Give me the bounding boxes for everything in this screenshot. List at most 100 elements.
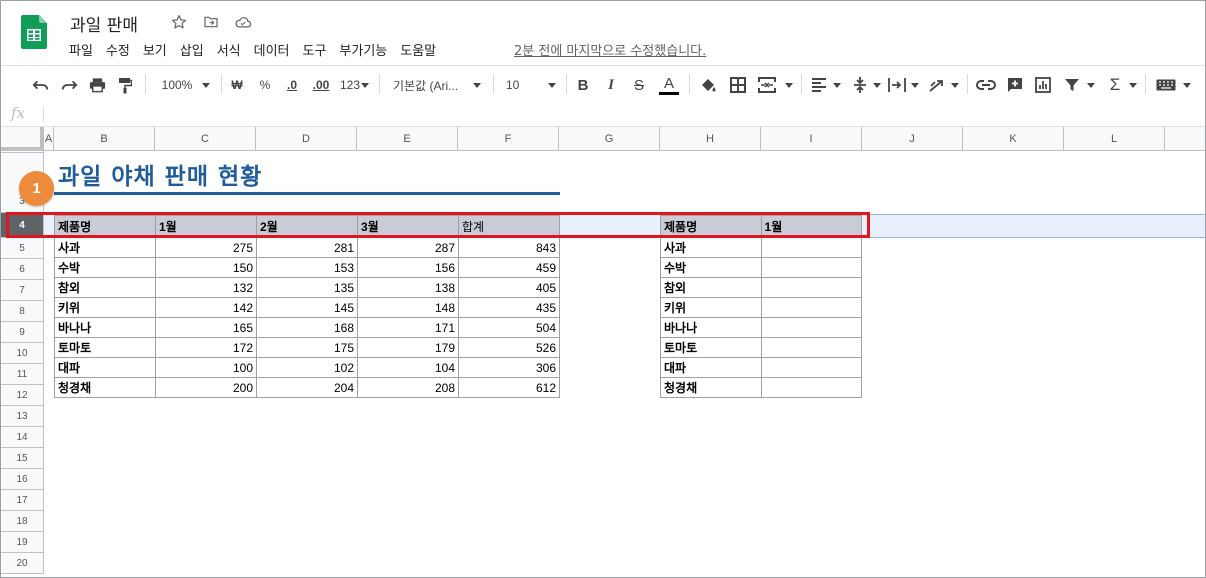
product-cell[interactable]: 토마토 xyxy=(660,337,762,358)
row-header-9[interactable]: 9 xyxy=(1,322,44,343)
input-tools-keyboard-icon[interactable] xyxy=(1155,75,1177,95)
product-cell[interactable]: 바나나 xyxy=(660,317,762,338)
empty-cell[interactable] xyxy=(760,237,863,258)
menu-insert[interactable]: 삽입 xyxy=(180,40,204,59)
undo-icon[interactable] xyxy=(31,75,51,95)
sheet-title[interactable]: 과일 야채 판매 현황 xyxy=(58,157,262,191)
column-header-e[interactable]: E xyxy=(357,127,458,151)
input-tools-dropdown-icon[interactable] xyxy=(1181,75,1193,95)
product-cell[interactable]: 대파 xyxy=(54,357,156,378)
value-cell[interactable]: 148 xyxy=(357,297,459,318)
insert-link-icon[interactable] xyxy=(976,75,996,95)
italic-button[interactable]: I xyxy=(603,75,619,95)
value-cell[interactable]: 175 xyxy=(256,337,358,358)
total-cell[interactable]: 504 xyxy=(458,317,560,338)
menu-data[interactable]: 데이터 xyxy=(254,40,290,59)
value-cell[interactable]: 168 xyxy=(256,317,358,338)
empty-cell[interactable] xyxy=(760,277,863,298)
row-header-19[interactable]: 19 xyxy=(1,532,44,553)
value-cell[interactable]: 204 xyxy=(256,377,358,398)
empty-cell[interactable] xyxy=(760,357,863,378)
total-cell[interactable]: 612 xyxy=(458,377,560,398)
product-cell[interactable]: 참외 xyxy=(660,277,762,298)
value-cell[interactable]: 104 xyxy=(357,357,459,378)
value-cell[interactable]: 150 xyxy=(155,257,257,278)
paint-format-icon[interactable] xyxy=(115,75,135,95)
merge-cells-icon[interactable] xyxy=(757,75,777,95)
total-cell[interactable]: 405 xyxy=(458,277,560,298)
row-header-10[interactable]: 10 xyxy=(1,343,44,364)
row-header-17[interactable]: 17 xyxy=(1,490,44,511)
total-cell[interactable]: 435 xyxy=(458,297,560,318)
bold-button[interactable]: B xyxy=(575,75,591,95)
percent-format-button[interactable]: % xyxy=(257,75,273,95)
align-dropdown-icon[interactable] xyxy=(831,75,843,95)
menu-help[interactable]: 도움말 xyxy=(400,40,436,59)
value-cell[interactable]: 142 xyxy=(155,297,257,318)
product-cell[interactable]: 키위 xyxy=(54,297,156,318)
zoom-dropdown-icon[interactable] xyxy=(199,75,213,95)
decrease-decimal-button[interactable]: .0 xyxy=(283,75,301,95)
empty-cell[interactable] xyxy=(760,317,863,338)
product-cell[interactable]: 청경채 xyxy=(54,377,156,398)
move-folder-icon[interactable] xyxy=(201,12,221,32)
value-cell[interactable]: 200 xyxy=(155,377,257,398)
column-header-i[interactable]: I xyxy=(761,127,862,151)
number-format-button[interactable]: 123 xyxy=(339,75,361,95)
borders-icon[interactable] xyxy=(728,75,748,95)
select-all-corner[interactable] xyxy=(1,127,44,151)
text-rotation-icon[interactable] xyxy=(927,75,947,95)
row-header-20[interactable]: 20 xyxy=(1,553,44,574)
sheets-logo-icon[interactable] xyxy=(21,15,47,49)
currency-format-button[interactable]: ₩ xyxy=(229,75,245,95)
filter-icon[interactable] xyxy=(1062,75,1082,95)
product-cell[interactable]: 바나나 xyxy=(54,317,156,338)
column-header-b[interactable]: B xyxy=(54,127,155,151)
product-cell[interactable]: 수박 xyxy=(660,257,762,278)
column-header-m[interactable] xyxy=(1165,127,1205,151)
menu-edit[interactable]: 수정 xyxy=(106,40,130,59)
cloud-saved-icon[interactable] xyxy=(233,12,253,32)
product-cell[interactable]: 사과 xyxy=(54,237,156,258)
zoom-value[interactable]: 100% xyxy=(157,75,197,95)
menu-addons[interactable]: 부가기능 xyxy=(339,40,387,59)
product-cell[interactable]: 키위 xyxy=(660,297,762,318)
menu-file[interactable]: 파일 xyxy=(69,40,93,59)
column-header-h[interactable]: H xyxy=(660,127,761,151)
merge-dropdown-icon[interactable] xyxy=(783,75,795,95)
empty-cell[interactable] xyxy=(760,377,863,398)
star-icon[interactable] xyxy=(169,12,189,32)
functions-button[interactable]: Σ xyxy=(1105,75,1125,95)
column-header-g[interactable]: G xyxy=(559,127,660,151)
font-family-dropdown-icon[interactable] xyxy=(471,75,483,95)
empty-cell[interactable] xyxy=(760,337,863,358)
redo-icon[interactable] xyxy=(59,75,79,95)
last-edit-link[interactable]: 2분 전에 마지막으로 수정했습니다. xyxy=(514,40,706,59)
functions-dropdown-icon[interactable] xyxy=(1127,75,1139,95)
value-cell[interactable]: 102 xyxy=(256,357,358,378)
value-cell[interactable]: 171 xyxy=(357,317,459,338)
row-header-14[interactable]: 14 xyxy=(1,427,44,448)
value-cell[interactable]: 208 xyxy=(357,377,459,398)
number-format-dropdown-icon[interactable] xyxy=(360,75,370,95)
menu-tools[interactable]: 도구 xyxy=(303,40,327,59)
total-cell[interactable]: 843 xyxy=(458,237,560,258)
column-header-d[interactable]: D xyxy=(256,127,357,151)
product-cell[interactable]: 수박 xyxy=(54,257,156,278)
product-cell[interactable]: 참외 xyxy=(54,277,156,298)
row-header-13[interactable]: 13 xyxy=(1,406,44,427)
column-header-j[interactable]: J xyxy=(862,127,963,151)
value-cell[interactable]: 275 xyxy=(155,237,257,258)
product-cell[interactable]: 토마토 xyxy=(54,337,156,358)
column-header-c[interactable]: C xyxy=(155,127,256,151)
rotation-dropdown-icon[interactable] xyxy=(949,75,961,95)
column-header-f[interactable]: F xyxy=(458,127,559,151)
value-cell[interactable]: 132 xyxy=(155,277,257,298)
row-header-6[interactable]: 6 xyxy=(1,259,44,280)
row-header-11[interactable]: 11 xyxy=(1,364,44,385)
fill-color-icon[interactable] xyxy=(698,75,718,95)
row-header-16[interactable]: 16 xyxy=(1,469,44,490)
document-title[interactable]: 과일 판매 xyxy=(70,11,138,36)
value-cell[interactable]: 287 xyxy=(357,237,459,258)
column-header-k[interactable]: K xyxy=(963,127,1064,151)
